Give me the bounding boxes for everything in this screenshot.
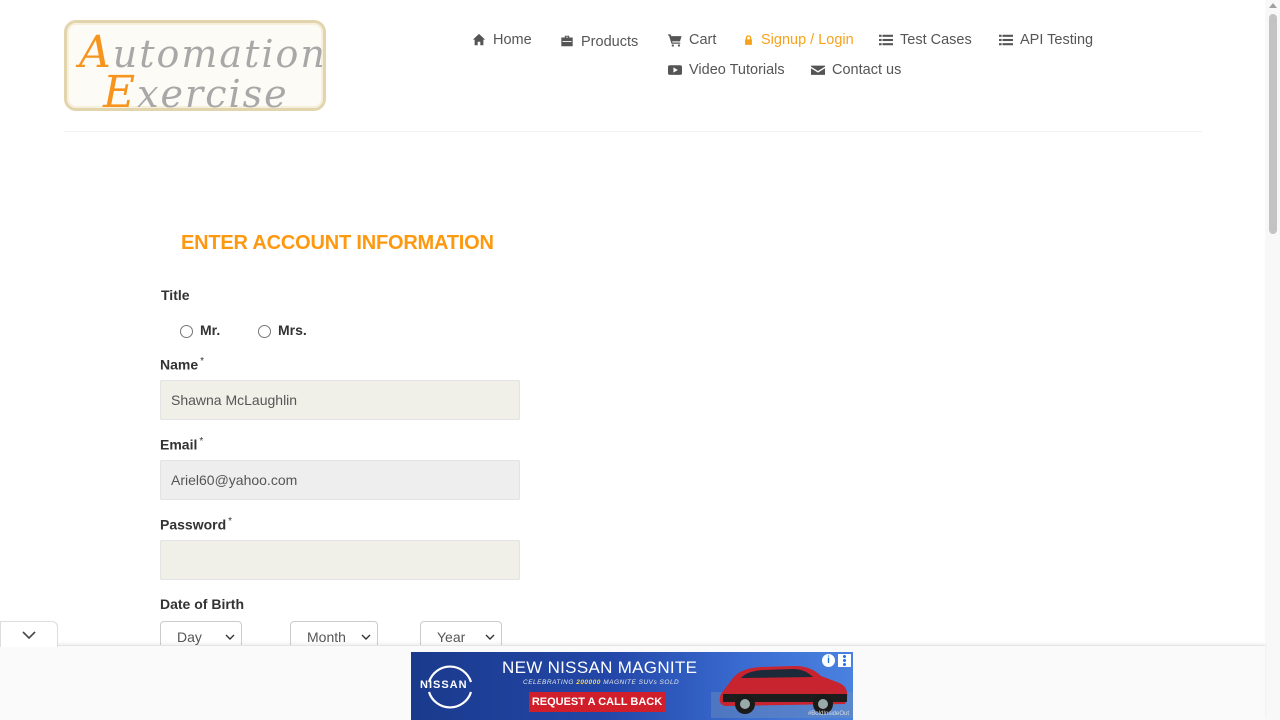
nav-home-label: Home [493,32,532,48]
chevron-down-icon [485,634,495,640]
nav-products-label: Products [581,34,639,50]
nav-cart-label: Cart [689,32,717,48]
nav-contact-us[interactable]: Contact us [811,62,901,78]
dob-day-value: Day [177,629,202,645]
nav-contact-us-label: Contact us [832,62,902,78]
title-mrs-radio[interactable]: Mrs. [258,322,307,338]
nav-video-tutorials[interactable]: Video Tutorials [668,62,785,78]
title-mr-radio[interactable]: Mr. [180,322,220,338]
chevron-down-icon [225,634,235,640]
name-value: Shawna McLaughlin [171,392,298,408]
email-field[interactable]: Ariel60@yahoo.com [160,460,520,500]
advertisement-banner[interactable]: NISSAN NEW NISSAN MAGNITE CELEBRATING 20… [411,652,853,720]
radio-circle[interactable] [258,324,271,338]
chevron-down-icon [22,630,36,639]
logo-line-2: Exercise [103,67,289,118]
title-mr-label: Mr. [200,322,221,338]
password-field[interactable] [160,540,520,580]
password-label: Password * [160,516,233,533]
nav-test-cases-label: Test Cases [900,32,972,48]
list-icon [999,34,1013,46]
ad-headline: NEW NISSAN MAGNITE [502,658,698,677]
nav-test-cases[interactable]: Test Cases [879,32,972,48]
nav-cart[interactable]: Cart [668,32,716,48]
nav-products[interactable]: Products [560,32,638,50]
dob-year-value: Year [437,629,466,645]
cart-icon [668,34,682,47]
home-icon [472,33,486,46]
chevron-down-icon [361,634,371,640]
ad-hashtag: #BoldInsideOut [807,711,849,717]
nav-home[interactable]: Home [472,32,532,48]
nav-video-tutorials-label: Video Tutorials [689,62,785,78]
ad-menu-icon[interactable] [838,654,851,667]
nav-signup-login-label: Signup / Login [761,32,854,48]
nav-api-testing-label: API Testing [1020,32,1094,48]
name-label: Name * [160,356,205,373]
envelope-icon [811,65,825,75]
dob-month-value: Month [307,629,346,645]
scrollbar-thumb[interactable] [1269,14,1277,234]
ad-brand: NISSAN [420,679,468,691]
radio-circle[interactable] [180,324,193,338]
required-mark: * [228,516,233,527]
nav-signup-login[interactable]: Signup / Login [743,32,854,48]
ad-info-icon[interactable]: i [822,654,835,667]
ad-subline: CELEBRATING 200000 MAGNITE SUVs SOLD [523,679,680,686]
title-mrs-label: Mrs. [278,322,307,338]
ad-collapse-button[interactable] [0,621,58,647]
page-title: ENTER ACCOUNT INFORMATION [181,232,494,254]
dob-label: Date of Birth [160,596,244,612]
title-label: Title [161,287,190,303]
list-icon [879,34,893,46]
briefcase-icon [561,35,573,47]
lock-icon [745,35,752,45]
required-mark: * [200,356,205,367]
email-value: Ariel60@yahoo.com [171,472,298,488]
header-divider [64,131,1202,132]
nav-api-testing[interactable]: API Testing [999,32,1093,48]
ad-cta-button[interactable]: REQUEST A CALL BACK [529,692,665,712]
scroll-up-icon[interactable] [1269,3,1277,8]
page-scrollbar[interactable] [1265,0,1280,720]
site-logo[interactable]: Automation Exercise [64,20,326,118]
required-mark: * [199,436,204,447]
email-label: Email * [160,436,204,453]
youtube-play-icon [668,65,682,75]
name-field[interactable]: Shawna McLaughlin [160,380,520,420]
